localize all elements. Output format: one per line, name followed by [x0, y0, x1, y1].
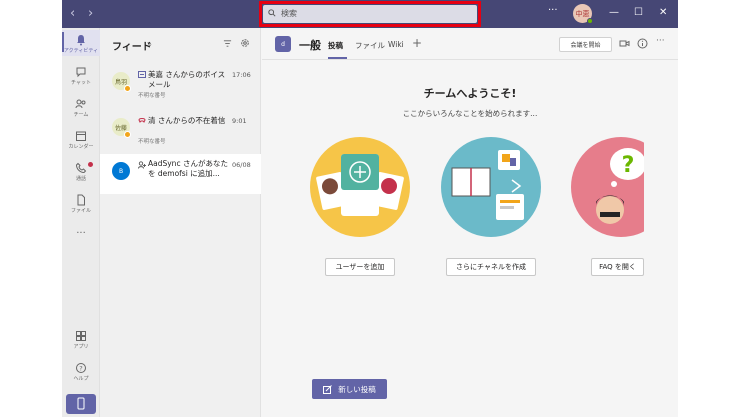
- rail-item-calls[interactable]: 通話: [62, 162, 100, 182]
- feed-item-title: AadSync さんがあなたを demofsi に追加...: [148, 159, 228, 178]
- add-user-icon: [138, 161, 146, 169]
- create-channel-button-label: さらにチャネルを作成: [456, 263, 526, 271]
- channel-name: 一般: [299, 39, 321, 52]
- meet-button[interactable]: 会議を開始: [559, 37, 612, 52]
- search-placeholder: 検索: [281, 9, 297, 18]
- avatar[interactable]: 中恵: [573, 4, 593, 24]
- help-icon: ?: [76, 363, 86, 373]
- maximize-button[interactable]: ☐: [634, 7, 643, 18]
- rail-label-help: ヘルプ: [73, 376, 89, 382]
- rail-label-teams: チーム: [73, 112, 89, 118]
- rail-label-chat: チャット: [71, 80, 91, 86]
- teams-icon: [75, 99, 86, 109]
- rail-item-apps[interactable]: アプリ: [62, 330, 100, 350]
- filter-icon[interactable]: [223, 39, 232, 48]
- svg-text:?: ?: [79, 364, 82, 372]
- new-post-label: 新しい投稿: [338, 384, 376, 394]
- avatar-initials: 中恵: [575, 9, 590, 18]
- missed-call-icon: [138, 118, 146, 123]
- meet-button-label: 会議を開始: [570, 42, 601, 49]
- channels-illustration: [441, 137, 541, 237]
- app-rail: アクティビティ チャット チーム カレンダー 通話 ファイル ··· アプリ ?…: [62, 28, 100, 417]
- rail-item-chat[interactable]: チャット: [62, 66, 100, 86]
- feed-item-time: 9:01: [232, 117, 247, 125]
- add-tab-button[interactable]: +: [412, 36, 422, 50]
- search-input[interactable]: 検索: [263, 5, 477, 23]
- rail-item-calendar[interactable]: カレンダー: [62, 130, 100, 150]
- file-icon: [77, 194, 85, 206]
- rail-item-help[interactable]: ? ヘルプ: [62, 362, 100, 382]
- tab-files[interactable]: ファイル: [355, 40, 385, 51]
- feed-item-time: 06/08: [232, 161, 251, 169]
- faq-illustration: ?: [571, 137, 644, 237]
- compose-icon: [323, 384, 333, 394]
- gear-icon[interactable]: [240, 38, 250, 48]
- channel-pane: d 一般 投稿 ファイル Wiki + 会議を開始 ··· チームへようこそ! …: [262, 28, 678, 417]
- rail-more-icon[interactable]: ···: [62, 228, 100, 239]
- feed-item-subtitle: 不明な番号: [138, 139, 166, 145]
- list-item[interactable]: 鳥羽 美嘉 さんからのボイスメール 不明な番号 17:06: [100, 64, 261, 104]
- rail-item-teams[interactable]: チーム: [62, 98, 100, 118]
- chat-icon: [76, 67, 86, 78]
- channel-header: d 一般 投稿 ファイル Wiki + 会議を開始 ···: [262, 28, 678, 60]
- active-tab-indicator: [328, 57, 347, 59]
- avatar: B: [112, 162, 130, 180]
- calendar-icon: [76, 131, 86, 141]
- status-dot-icon: [124, 85, 131, 92]
- close-button[interactable]: ✕: [659, 7, 667, 18]
- feed-item-title: 清 さんからの不在着信: [148, 116, 226, 125]
- add-users-button[interactable]: ユーザーを追加: [325, 258, 395, 276]
- minimize-button[interactable]: —: [609, 7, 619, 18]
- open-faq-button[interactable]: FAQ を開く: [591, 258, 644, 276]
- team-avatar[interactable]: d: [275, 36, 291, 52]
- device-button[interactable]: [66, 394, 96, 414]
- presence-status-icon: [587, 18, 593, 24]
- svg-text:?: ?: [622, 153, 635, 178]
- rail-label-calendar: カレンダー: [68, 144, 94, 150]
- feed-item-time: 17:06: [232, 71, 251, 79]
- add-users-button-label: ユーザーを追加: [335, 263, 385, 271]
- open-faq-button-label: FAQ を開く: [599, 263, 636, 271]
- chevron-down-icon[interactable]: ⌄: [147, 40, 153, 48]
- teams-window: ‹ › 検索 ··· 中恵 — ☐ ✕ アクティビティ チャット チーム カレン…: [62, 0, 678, 417]
- feed-item-subtitle: 不明な番号: [138, 93, 166, 99]
- phone-icon: [75, 162, 87, 174]
- new-post-button[interactable]: 新しい投稿: [312, 379, 387, 399]
- rail-label-apps: アプリ: [73, 344, 89, 350]
- create-channel-button[interactable]: さらにチャネルを作成: [446, 258, 536, 276]
- tab-wiki[interactable]: Wiki: [388, 40, 404, 49]
- status-dot-icon: [124, 131, 131, 138]
- welcome-title: チームへようこそ!: [423, 87, 517, 100]
- notification-badge: [88, 162, 93, 167]
- video-icon[interactable]: [619, 38, 630, 49]
- voicemail-icon: [138, 71, 146, 78]
- info-icon[interactable]: [637, 38, 648, 49]
- add-users-illustration: [310, 137, 410, 237]
- bell-icon: [77, 35, 85, 46]
- search-icon: [268, 9, 276, 17]
- welcome-subtitle: ここからいろんなことを始められます...: [402, 109, 538, 118]
- apps-icon: [76, 331, 86, 341]
- list-item[interactable]: 佐藤 清 さんからの不在着信 不明な番号 9:01: [100, 110, 261, 150]
- mobile-icon: [77, 397, 85, 410]
- title-bar: ‹ › 検索 ··· 中恵 — ☐ ✕: [62, 0, 678, 28]
- list-item[interactable]: B AadSync さんがあなたを demofsi に追加... 06/08: [100, 154, 261, 194]
- feed-item-title: 美嘉 さんからのボイスメール: [148, 70, 226, 89]
- rail-label-activity: アクティビティ: [63, 48, 99, 54]
- rail-item-activity[interactable]: アクティビティ: [62, 34, 100, 54]
- tab-posts[interactable]: 投稿: [328, 40, 343, 51]
- more-options-icon[interactable]: ···: [656, 36, 665, 46]
- forward-icon[interactable]: ›: [88, 6, 93, 21]
- feed-title[interactable]: フィード: [112, 38, 152, 53]
- feed-pane: フィード ⌄ 鳥羽 美嘉 さんからのボイスメール 不明な番号 17:06 佐藤: [100, 28, 261, 417]
- back-icon[interactable]: ‹: [70, 6, 75, 21]
- more-options-icon[interactable]: ···: [548, 5, 558, 16]
- rail-label-calls: 通話: [75, 176, 86, 182]
- rail-item-files[interactable]: ファイル: [62, 194, 100, 214]
- rail-label-files: ファイル: [70, 208, 91, 214]
